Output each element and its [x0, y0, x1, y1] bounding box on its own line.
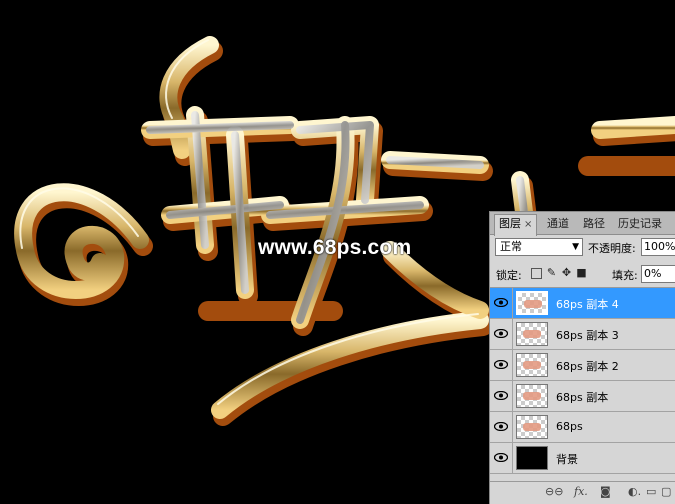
layers-list: 68ps 副本 4 68ps 副本 3 68ps 副本 2 68ps 副本 68… — [490, 287, 675, 482]
tab-history[interactable]: 历史记录 — [614, 215, 666, 234]
tab-history-label: 历史记录 — [618, 217, 662, 230]
tab-paths[interactable]: 路径 — [579, 215, 609, 234]
lock-transparency-icon[interactable] — [531, 268, 542, 279]
blend-row: 正常 ▼ 不透明度: 100% — [490, 237, 675, 259]
layer-row[interactable]: 68ps 副本 2 — [490, 350, 675, 381]
dropdown-arrow-icon: ▼ — [572, 242, 579, 252]
close-icon[interactable]: × — [524, 219, 532, 230]
opacity-input[interactable]: 100% — [641, 238, 675, 256]
lock-move-icon[interactable]: ✥ — [561, 267, 572, 278]
layer-name: 68ps 副本 2 — [556, 360, 619, 373]
tab-layers-label: 图层 — [499, 217, 521, 230]
eye-icon — [494, 391, 508, 400]
layer-row[interactable]: 68ps 副本 — [490, 381, 675, 412]
fill-input[interactable]: 0% — [641, 265, 675, 283]
blend-mode-select[interactable]: 正常 ▼ — [495, 238, 583, 256]
lock-label: 锁定: — [496, 269, 522, 282]
tab-channels-label: 通道 — [547, 217, 569, 230]
fx-icon[interactable]: fx. — [574, 486, 588, 498]
layer-thumbnail — [516, 415, 548, 439]
mask-icon[interactable]: ◙ — [600, 486, 611, 498]
visibility-toggle[interactable] — [490, 319, 513, 349]
layer-name: 68ps 副本 4 — [556, 298, 619, 311]
layer-name: 68ps — [556, 420, 583, 433]
tab-layers[interactable]: 图层 × — [494, 214, 538, 236]
layer-name: 68ps 副本 — [556, 391, 609, 404]
new-layer-icon[interactable]: ▢ — [661, 486, 671, 498]
fill-label: 填充: — [612, 269, 638, 282]
visibility-toggle[interactable] — [490, 381, 513, 411]
tab-paths-label: 路径 — [583, 217, 605, 230]
link-icon[interactable]: ⊖⊖ — [545, 486, 563, 498]
eye-icon — [494, 422, 508, 431]
watermark-text: www.68ps.com — [258, 236, 412, 259]
eye-icon — [494, 298, 508, 307]
eye-icon — [494, 453, 508, 462]
visibility-toggle[interactable] — [490, 443, 513, 473]
layer-thumbnail — [516, 322, 548, 346]
opacity-label: 不透明度: — [588, 242, 636, 255]
layer-thumbnail — [516, 384, 548, 408]
lock-row: 锁定: ✎ ✥ ■ 填充: 0% — [490, 264, 675, 284]
layer-row[interactable]: 68ps 副本 3 — [490, 319, 675, 350]
layers-panel: 图层 × 通道 路径 历史记录 正常 ▼ 不透明度: 100% 锁定: ✎ ✥ ■… — [489, 211, 675, 504]
lock-paint-icon[interactable]: ✎ — [546, 267, 557, 278]
panel-footer: ⊖⊖ fx. ◙ ◐. ▭ ▢ — [490, 481, 675, 504]
adjustment-icon[interactable]: ◐. — [628, 486, 641, 498]
eye-icon — [494, 360, 508, 369]
layer-name: 背景 — [556, 453, 578, 466]
layer-row[interactable]: 68ps — [490, 412, 675, 443]
visibility-toggle[interactable] — [490, 412, 513, 442]
blend-mode-value: 正常 — [500, 240, 522, 253]
visibility-toggle[interactable] — [490, 350, 513, 380]
lock-all-icon[interactable]: ■ — [576, 267, 587, 278]
visibility-toggle[interactable] — [490, 288, 513, 318]
tab-channels[interactable]: 通道 — [543, 215, 573, 234]
layer-name: 68ps 副本 3 — [556, 329, 619, 342]
group-icon[interactable]: ▭ — [646, 486, 656, 498]
layer-row[interactable]: 68ps 副本 4 — [490, 288, 675, 319]
layer-thumbnail — [516, 446, 548, 470]
eye-icon — [494, 329, 508, 338]
layer-thumbnail — [516, 291, 548, 315]
layer-row[interactable]: 背景 — [490, 443, 675, 474]
panel-tabs: 图层 × 通道 路径 历史记录 — [490, 212, 675, 236]
layer-thumbnail — [516, 353, 548, 377]
